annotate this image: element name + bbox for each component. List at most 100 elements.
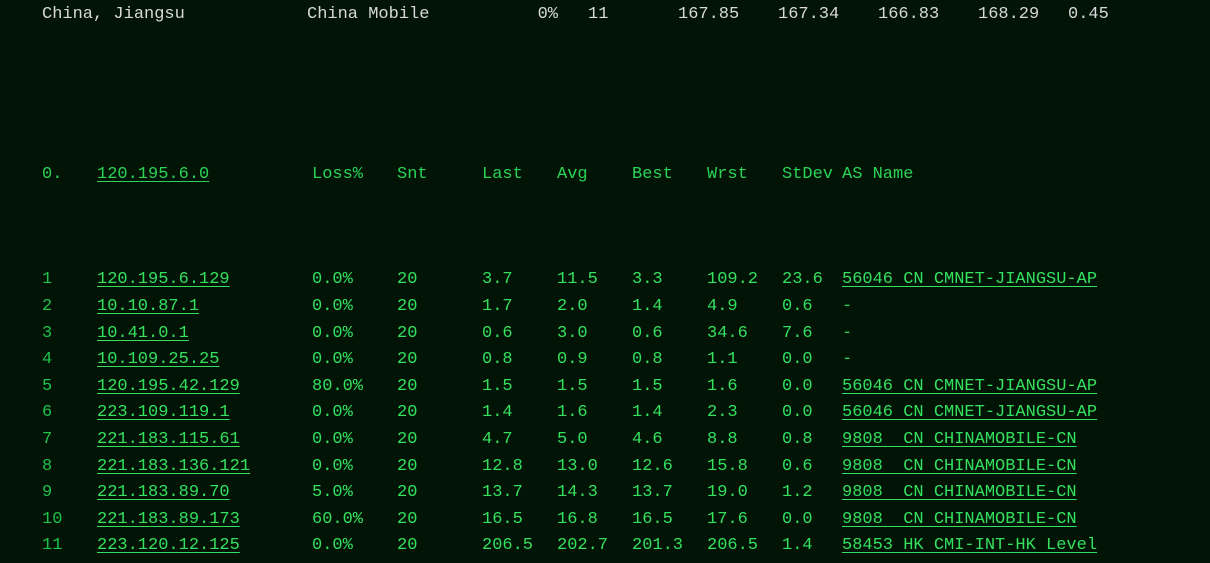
hop-wrst: 19.0 (707, 480, 782, 506)
hop-stdev: 1.4 (782, 533, 842, 559)
hop-host[interactable]: 221.183.89.70 (97, 480, 312, 506)
hop-best: 1.4 (632, 400, 707, 426)
col-wrst: Wrst (707, 162, 782, 188)
hop-wrst: 109.2 (707, 267, 782, 293)
hop-number: 6 (42, 400, 97, 426)
summary-location: China, Jiangsu (42, 2, 307, 28)
hop-host[interactable]: 10.41.0.1 (97, 321, 312, 347)
hop-host-link[interactable]: 10.41.0.1 (97, 324, 189, 343)
hop-last: 0.6 (482, 321, 557, 347)
hop-best: 16.5 (632, 507, 707, 533)
hop-wrst: 1.1 (707, 347, 782, 373)
hop-asname[interactable]: 9808 CN CHINAMOBILE-CN (842, 427, 1210, 453)
hop-row: 310.41.0.10.0%200.63.00.634.67.6- (42, 321, 1210, 348)
hop-avg: 1.5 (557, 374, 632, 400)
hop-snt: 20 (397, 427, 482, 453)
hop-host[interactable]: 120.195.42.129 (97, 374, 312, 400)
hop-asname[interactable]: 9808 CN CHINAMOBILE-CN (842, 480, 1210, 506)
summary-worst: 168.29 (978, 2, 1068, 28)
hop-asname[interactable]: 56046 CN CMNET-JIANGSU-AP (842, 374, 1210, 400)
hop-wrst: 15.8 (707, 454, 782, 480)
hop-last: 12.8 (482, 454, 557, 480)
hop-last: 4.7 (482, 427, 557, 453)
hop-host-link[interactable]: 221.183.115.61 (97, 430, 240, 449)
hop-number: 5 (42, 374, 97, 400)
hop-snt: 20 (397, 533, 482, 559)
hop-host[interactable]: 223.120.12.125 (97, 533, 312, 559)
hop-asname[interactable]: 9808 CN CHINAMOBILE-CN (842, 507, 1210, 533)
hop-asname[interactable]: 9808 CN CHINAMOBILE-CN (842, 454, 1210, 480)
hop-best: 1.4 (632, 294, 707, 320)
summary-stdev: 0.45 (1068, 2, 1138, 28)
hop-avg: 5.0 (557, 427, 632, 453)
hop-snt: 20 (397, 480, 482, 506)
hop-avg: 202.7 (557, 533, 632, 559)
hop-asname[interactable]: 56046 CN CMNET-JIANGSU-AP (842, 267, 1210, 293)
summary-best: 166.83 (878, 2, 978, 28)
hop-number: 11 (42, 533, 97, 559)
col-best: Best (632, 162, 707, 188)
hop-host-link[interactable]: 221.183.136.121 (97, 457, 250, 476)
hop-avg: 1.6 (557, 400, 632, 426)
hop-wrst: 1.6 (707, 374, 782, 400)
hop-avg: 13.0 (557, 454, 632, 480)
hop-avg: 0.9 (557, 347, 632, 373)
hop-host[interactable]: 221.183.115.61 (97, 427, 312, 453)
hop-stdev: 7.6 (782, 321, 842, 347)
hop-host[interactable]: 223.109.119.1 (97, 400, 312, 426)
hop-host-link[interactable]: 10.10.87.1 (97, 297, 199, 316)
hop-host-link[interactable]: 223.109.119.1 (97, 403, 230, 422)
hop-loss: 0.0% (312, 321, 397, 347)
hop-best: 12.6 (632, 454, 707, 480)
summary-count: 11 (588, 2, 678, 28)
hop-stdev: 0.8 (782, 427, 842, 453)
hop-host-link[interactable]: 10.109.25.25 (97, 350, 219, 369)
hop-stdev: 23.6 (782, 267, 842, 293)
hop-host[interactable]: 221.183.89.173 (97, 507, 312, 533)
hop-wrst: 2.3 (707, 400, 782, 426)
hop-host[interactable]: 120.195.6.129 (97, 267, 312, 293)
hop-snt: 20 (397, 294, 482, 320)
hop-host-link[interactable]: 221.183.89.70 (97, 483, 230, 502)
hop-asname[interactable]: 58453 HK CMI-INT-HK Level (842, 533, 1210, 559)
hop-last: 1.4 (482, 400, 557, 426)
hop-snt: 20 (397, 400, 482, 426)
hop-number: 4 (42, 347, 97, 373)
hop-snt: 20 (397, 507, 482, 533)
hop-loss: 0.0% (312, 427, 397, 453)
hop-wrst: 34.6 (707, 321, 782, 347)
hop-host[interactable]: 221.183.136.121 (97, 454, 312, 480)
hop-last: 13.7 (482, 480, 557, 506)
hop-number: 8 (42, 454, 97, 480)
hop-stdev: 0.0 (782, 400, 842, 426)
hop-snt: 20 (397, 267, 482, 293)
hop-host-link[interactable]: 120.195.42.129 (97, 377, 240, 396)
hop-row: 11223.120.12.1250.0%20206.5202.7201.3206… (42, 533, 1210, 560)
hop-avg: 16.8 (557, 507, 632, 533)
hop-row: 6223.109.119.10.0%201.41.61.42.30.056046… (42, 400, 1210, 427)
col-host[interactable]: 120.195.6.0 (97, 162, 312, 188)
hop-last: 1.5 (482, 374, 557, 400)
hop-number: 2 (42, 294, 97, 320)
col-asname: AS Name (842, 162, 1210, 188)
hop-number: 10 (42, 507, 97, 533)
hop-loss: 0.0% (312, 400, 397, 426)
hop-host-link[interactable]: 223.120.12.125 (97, 536, 240, 555)
col-avg: Avg (557, 162, 632, 188)
hop-snt: 20 (397, 374, 482, 400)
hop-asname[interactable]: 56046 CN CMNET-JIANGSU-AP (842, 400, 1210, 426)
hop-loss: 80.0% (312, 374, 397, 400)
hop-last: 16.5 (482, 507, 557, 533)
hop-number: 1 (42, 267, 97, 293)
summary-isp: China Mobile (307, 2, 502, 28)
hop-host[interactable]: 10.10.87.1 (97, 294, 312, 320)
hop-best: 201.3 (632, 533, 707, 559)
hop-asname: - (842, 347, 1210, 373)
hop-host[interactable]: 10.109.25.25 (97, 347, 312, 373)
hop-row: 410.109.25.250.0%200.80.90.81.10.0- (42, 347, 1210, 374)
hop-loss: 0.0% (312, 347, 397, 373)
col-snt: Snt (397, 162, 482, 188)
hop-host-link[interactable]: 221.183.89.173 (97, 510, 240, 529)
col-hop: 0. (42, 162, 97, 188)
hop-host-link[interactable]: 120.195.6.129 (97, 270, 230, 289)
